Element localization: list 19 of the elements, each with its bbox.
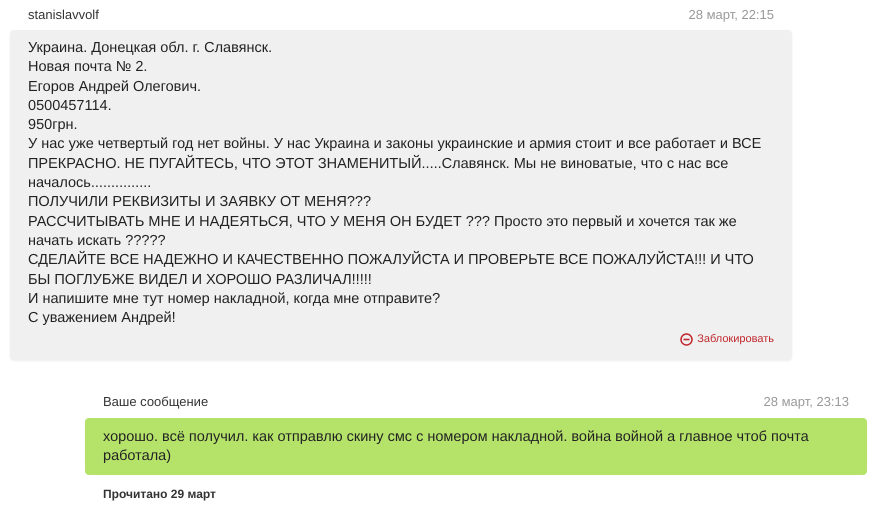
message-text: РАССЧИТЫВАТЬ МНЕ И НАДЕЯТЬСЯ, ЧТО У МЕНЯ ОН БУДЕТ ??? Просто это первый и хочется так же начать искать ????? [28,212,738,250]
message-text: И напишите мне тут номер накладной, когда мне отправите? [28,290,442,309]
message-text: 950грн. [28,116,79,136]
author-name: Ваше сообщение [103,393,208,412]
message-time: 28 март, 23:13 [764,393,849,412]
author-name: stanislavvolf [28,6,99,24]
message-time: 28 март, 22:15 [688,6,774,24]
message-text: Егоров Андрей Олегович. [28,78,202,97]
block-icon [680,333,694,346]
message-text: СДЕЛАЙТЕ ВСЕ НАДЕЖНО И КАЧЕСТВЕННО ПОЖАЛУЙСТА И ПРОВЕРЬТЕ ВСЕ ПОЖАЛУЙСТА!!! И ЧТО БЫ ПОГЛУБЖЕ ВИДЕЛ И ХОРОШО РАЗЛИЧАЛ!!!!! [28,251,755,290]
read-status: Прочитано 29 март [103,486,216,501]
message-text: хорошо. всё получил. как отправлю скину смс с номером накладной. война войной а главное чтоб почта работала) [103,428,810,466]
message-text: 0500457114. [28,96,113,116]
message-text: Новая почта № 2. [28,58,148,78]
message-text: ПОЛУЧИЛИ РЕКВИЗИТЫ И ЗАЯВКУ ОТ МЕНЯ??? [28,193,372,212]
block-button[interactable]: Заблокировать [680,331,774,348]
message-text: С уважением Андрей! [28,309,177,328]
message-text: Украина. Донецкая обл. г. Славянск. [28,39,274,58]
message-text: У нас уже четвертый год нет войны. У нас Украина и законы украинские и армия стоит и все работает и ВСЕ ПРЕКРАСНО. НЕ ПУГАЙТЕСЬ, ЧТО ЭТОТ ЗНАМЕНИТЫЙ.....Славянск. Мы не виноватые, что с нас все началось............... [28,135,762,194]
